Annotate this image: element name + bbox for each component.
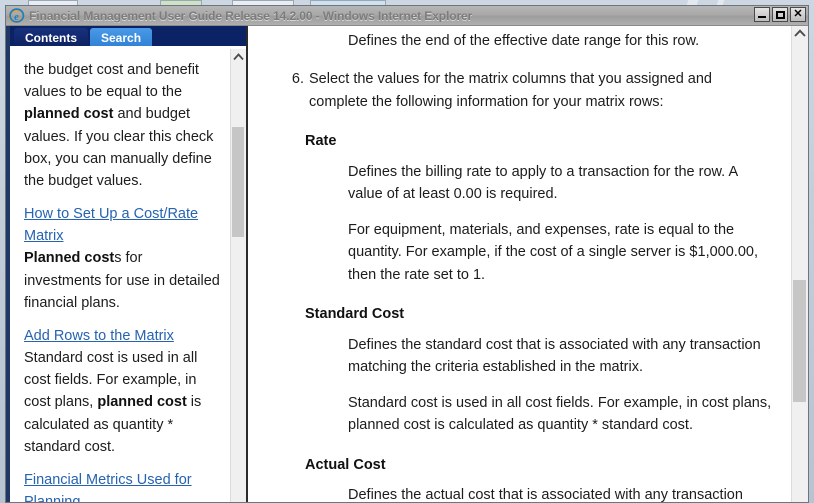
help-content-pane: Defines the end of the effective date ra… [246,26,808,502]
step-item: 6. Select the values for the matrix colu… [270,68,773,113]
sidebar-paragraph: Standard cost is used in all cost fields… [24,347,220,458]
step-list: 6. Select the values for the matrix colu… [270,68,773,113]
top-fragment-text: Defines the end of the effective date ra… [348,33,700,49]
sidebar-scrollbar-thumb[interactable] [232,127,244,237]
close-button[interactable]: ✕ [790,7,806,22]
tab-contents-label: Contents [25,31,77,45]
sidebar-content-wrap: the budget cost and benefit values to be… [10,48,246,502]
tab-search-label: Search [101,31,142,45]
tab-contents[interactable]: Contents [14,28,88,48]
tab-search[interactable]: Search [90,28,153,48]
minimize-button[interactable] [754,7,770,22]
chevron-up-icon[interactable] [231,49,246,64]
window-body: Contents Search the budget cost and bene… [6,26,808,502]
sidebar-link-paragraph: How to Set Up a Cost/Rate Matrix [24,203,220,247]
sidebar-run-bold: planned cost [97,394,187,411]
chevron-up-icon[interactable] [792,26,807,41]
sidebar-run-text: the budget cost and benefit values to be… [24,62,199,101]
link-financial-metrics-used-for-planning[interactable]: Financial Metrics Used for Planning [24,472,192,502]
step-text: Select the values for the matrix columns… [309,71,712,110]
browser-window: e Financial Management User Guide Releas… [5,5,809,503]
definition-text: Defines the billing rate to apply to a t… [348,163,738,203]
sidebar-scrollbar[interactable] [230,49,246,502]
link-how-to-set-up-a-cost-rate-matrix[interactable]: How to Set Up a Cost/Rate Matrix [24,206,198,244]
window-controls: ✕ [754,7,806,22]
definition-text: Standard cost is used in all cost fields… [348,394,772,434]
help-tab-strip: Contents Search [10,26,246,48]
help-navigation-pane: Contents Search the budget cost and bene… [6,26,246,502]
content-scrollbar[interactable] [791,26,808,502]
internet-explorer-icon: e [8,7,25,24]
window-title: Financial Management User Guide Release … [29,8,473,23]
svg-text:e: e [14,12,19,23]
help-document: Defines the end of the effective date ra… [248,26,791,502]
sidebar-paragraph: Planned costs for investments for use in… [24,247,220,314]
term-standard-cost: Standard Cost [305,306,405,323]
sidebar-paragraph: the budget cost and benefit values to be… [24,59,220,192]
definition-text: Defines the actual cost that is associat… [348,487,743,502]
sidebar-link-paragraph: Financial Metrics Used for Planning [24,469,220,502]
sidebar-run-bold: planned cost [24,106,114,123]
maximize-button[interactable] [772,7,788,22]
sidebar-run-bold: Planned cost [24,250,115,267]
sidebar-link-paragraph: Add Rows to the Matrix [24,325,220,347]
step-number: 6. [291,71,304,88]
definition-text: Defines the standard cost that is associ… [348,336,761,376]
term-rate: Rate [305,133,337,150]
window-title-bar[interactable]: e Financial Management User Guide Releas… [6,6,808,26]
definition-text: For equipment, materials, and expenses, … [348,221,758,283]
search-results-text: the budget cost and benefit values to be… [10,49,230,502]
term-actual-cost: Actual Cost [305,456,386,473]
content-scrollbar-thumb[interactable] [793,280,806,402]
link-add-rows-to-the-matrix[interactable]: Add Rows to the Matrix [24,328,174,344]
